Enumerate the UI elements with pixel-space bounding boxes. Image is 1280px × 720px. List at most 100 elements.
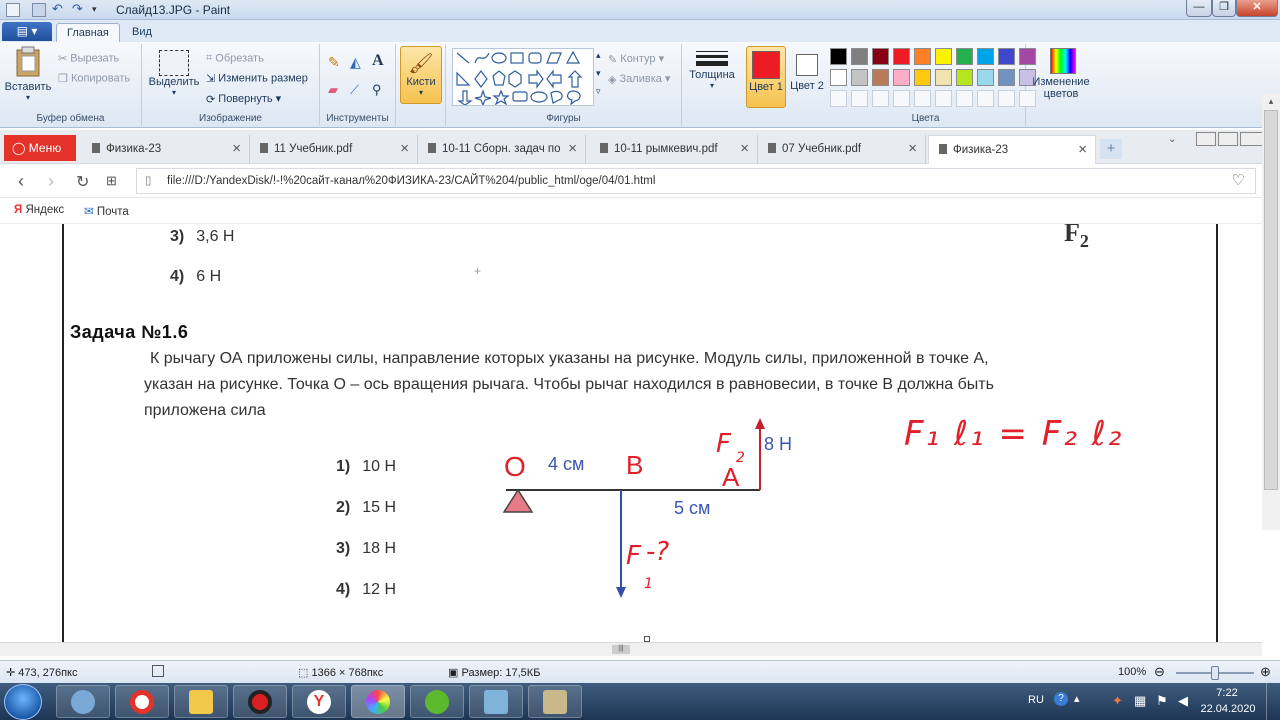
palette-empty-swatch[interactable] (893, 90, 910, 107)
palette-swatch[interactable] (935, 48, 952, 65)
paste-dropdown-icon[interactable]: ▾ (4, 93, 52, 102)
browser-tabs-menu-icon[interactable]: ⌄ (1168, 134, 1176, 145)
outline-button[interactable]: ✎ Контур ▾ (608, 52, 664, 66)
start-orb-icon[interactable] (4, 684, 42, 720)
pencil-icon[interactable]: ✎ (328, 54, 340, 71)
taskbar-app-tools[interactable] (528, 685, 582, 718)
browser-tab-5[interactable]: 07 Учебник.pdf × (758, 135, 926, 164)
browser-tab-1[interactable]: Физика-23 × (82, 135, 250, 164)
palette-empty-swatch[interactable] (851, 90, 868, 107)
speed-dial-icon[interactable]: ⊞ (106, 173, 117, 189)
palette-swatch[interactable] (830, 48, 847, 65)
horizontal-scrollbar[interactable]: ||| (0, 642, 1262, 656)
undo-icon[interactable]: ↶ (52, 1, 66, 16)
tray-flag-icon[interactable]: ⚑ (1156, 693, 1168, 709)
tray-overflow-icon[interactable]: ▴ (1074, 692, 1080, 705)
bookmark-mail[interactable]: ✉ Почта (84, 204, 129, 218)
browser-restore-icon[interactable] (1218, 132, 1238, 146)
reload-icon[interactable]: ↻ (76, 172, 89, 192)
zoom-out-icon[interactable]: ⊖ (1154, 664, 1165, 680)
color1-button[interactable]: Цвет 1 (746, 46, 786, 108)
tab-close-icon[interactable]: × (400, 135, 409, 163)
text-tool-icon[interactable]: A (372, 52, 384, 70)
palette-swatch[interactable] (977, 69, 994, 86)
bookmark-yandex[interactable]: Я Яндекс (14, 204, 64, 216)
magnifier-icon[interactable]: ⚲ (372, 82, 382, 98)
palette-empty-swatch[interactable] (914, 90, 931, 107)
palette-swatch[interactable] (956, 69, 973, 86)
scroll-up-arrow-icon[interactable]: ▴ (1264, 96, 1278, 108)
eraser-icon[interactable]: ▰ (328, 82, 338, 98)
tab-close-icon[interactable]: × (1078, 136, 1087, 164)
palette-swatch[interactable] (998, 69, 1015, 86)
brushes-button[interactable]: 🖌 Кисти ▾ (400, 46, 442, 104)
fill-bucket-icon[interactable]: ◭ (350, 54, 361, 71)
quick-access-dropdown-icon[interactable]: ▾ (92, 4, 106, 18)
back-icon[interactable]: ‹ (18, 171, 24, 192)
save-icon[interactable] (32, 3, 46, 17)
language-indicator[interactable]: RU (1028, 694, 1044, 706)
browser-tab-3[interactable]: 10-11 Сборн. задач по × (418, 135, 586, 164)
clock-date[interactable]: 22.04.2020 (1200, 703, 1256, 715)
palette-empty-swatch[interactable] (830, 90, 847, 107)
show-desktop-button[interactable] (1266, 683, 1278, 720)
tab-home[interactable]: Главная (56, 23, 120, 42)
taskbar-app-utorrent[interactable] (410, 685, 464, 718)
color-picker-icon[interactable]: ⟋ (350, 82, 359, 98)
shapes-scroll-down-icon[interactable]: ▾ (596, 68, 601, 79)
shapes-expand-icon[interactable]: ▿ (596, 86, 601, 97)
edit-colors-button[interactable]: Изменение цветов (1030, 48, 1096, 100)
maximize-button[interactable]: ❐ (1212, 0, 1236, 17)
palette-swatch[interactable] (851, 69, 868, 86)
tray-volume-icon[interactable]: ◀ (1178, 693, 1188, 709)
palette-empty-swatch[interactable] (998, 90, 1015, 107)
palette-swatch[interactable] (893, 69, 910, 86)
answer-option-3[interactable]: 3) 18 Н (336, 540, 396, 558)
taskbar-app-yandex[interactable]: Y (292, 685, 346, 718)
palette-swatch[interactable] (956, 48, 973, 65)
cut-button[interactable]: ✂ Вырезать (58, 52, 119, 65)
paste-button[interactable]: Вставить ▾ (4, 46, 52, 102)
tab-view[interactable]: Вид (122, 23, 162, 42)
taskbar-app-recorder[interactable] (233, 685, 287, 718)
tab-close-icon[interactable]: × (232, 135, 241, 163)
clock-time[interactable]: 7:22 (1210, 687, 1244, 699)
forward-icon[interactable]: › (48, 171, 54, 192)
heart-icon[interactable]: ♡ (1232, 169, 1245, 193)
color2-button[interactable]: Цвет 2 (790, 46, 824, 92)
crop-button[interactable]: ⌗ Обрезать (206, 52, 264, 65)
palette-swatch[interactable] (893, 48, 910, 65)
scroll-thumb[interactable] (1264, 110, 1278, 490)
browser-tab-2[interactable]: 11 Учебник.pdf × (250, 135, 418, 164)
taskbar-app-opera[interactable] (115, 685, 169, 718)
palette-swatch[interactable] (914, 48, 931, 65)
browser-tab-4[interactable]: 10-11 рымкевич.pdf × (590, 135, 758, 164)
taskbar-app-paint[interactable] (351, 685, 405, 718)
rotate-button[interactable]: ⟳ Повернуть ▾ (206, 92, 281, 106)
palette-swatch[interactable] (872, 69, 889, 86)
palette-empty-swatch[interactable] (977, 90, 994, 107)
zoom-slider-thumb[interactable] (1211, 666, 1219, 680)
answer-option-4[interactable]: 4) 12 Н (336, 581, 396, 599)
palette-swatch[interactable] (914, 69, 931, 86)
taskbar-app-explorer[interactable] (174, 685, 228, 718)
tray-network-icon[interactable]: ▦ (1134, 693, 1146, 709)
palette-swatch[interactable] (872, 48, 889, 65)
select-dropdown-icon[interactable]: ▾ (148, 88, 200, 97)
paint-menu-button[interactable]: ▤ ▾ (2, 22, 52, 41)
size-button[interactable]: Толщина ▾ (686, 48, 738, 90)
palette-empty-swatch[interactable] (872, 90, 889, 107)
palette-swatch[interactable] (998, 48, 1015, 65)
paint-app-icon[interactable] (6, 3, 20, 17)
answer-option-2[interactable]: 2) 15 Н (336, 499, 396, 517)
zoom-in-icon[interactable]: ⊕ (1260, 664, 1271, 680)
shapes-scroll-up-icon[interactable]: ▴ (596, 50, 601, 61)
tab-close-icon[interactable]: × (740, 135, 749, 163)
tab-close-icon[interactable]: × (908, 135, 917, 163)
palette-swatch[interactable] (851, 48, 868, 65)
browser-menu-button[interactable]: ◯ Меню (4, 135, 76, 161)
fill-button[interactable]: ◈ Заливка ▾ (608, 72, 670, 86)
palette-swatch[interactable] (977, 48, 994, 65)
close-button[interactable]: ✕ (1236, 0, 1278, 17)
select-button[interactable]: Выделить ▾ (148, 50, 200, 97)
